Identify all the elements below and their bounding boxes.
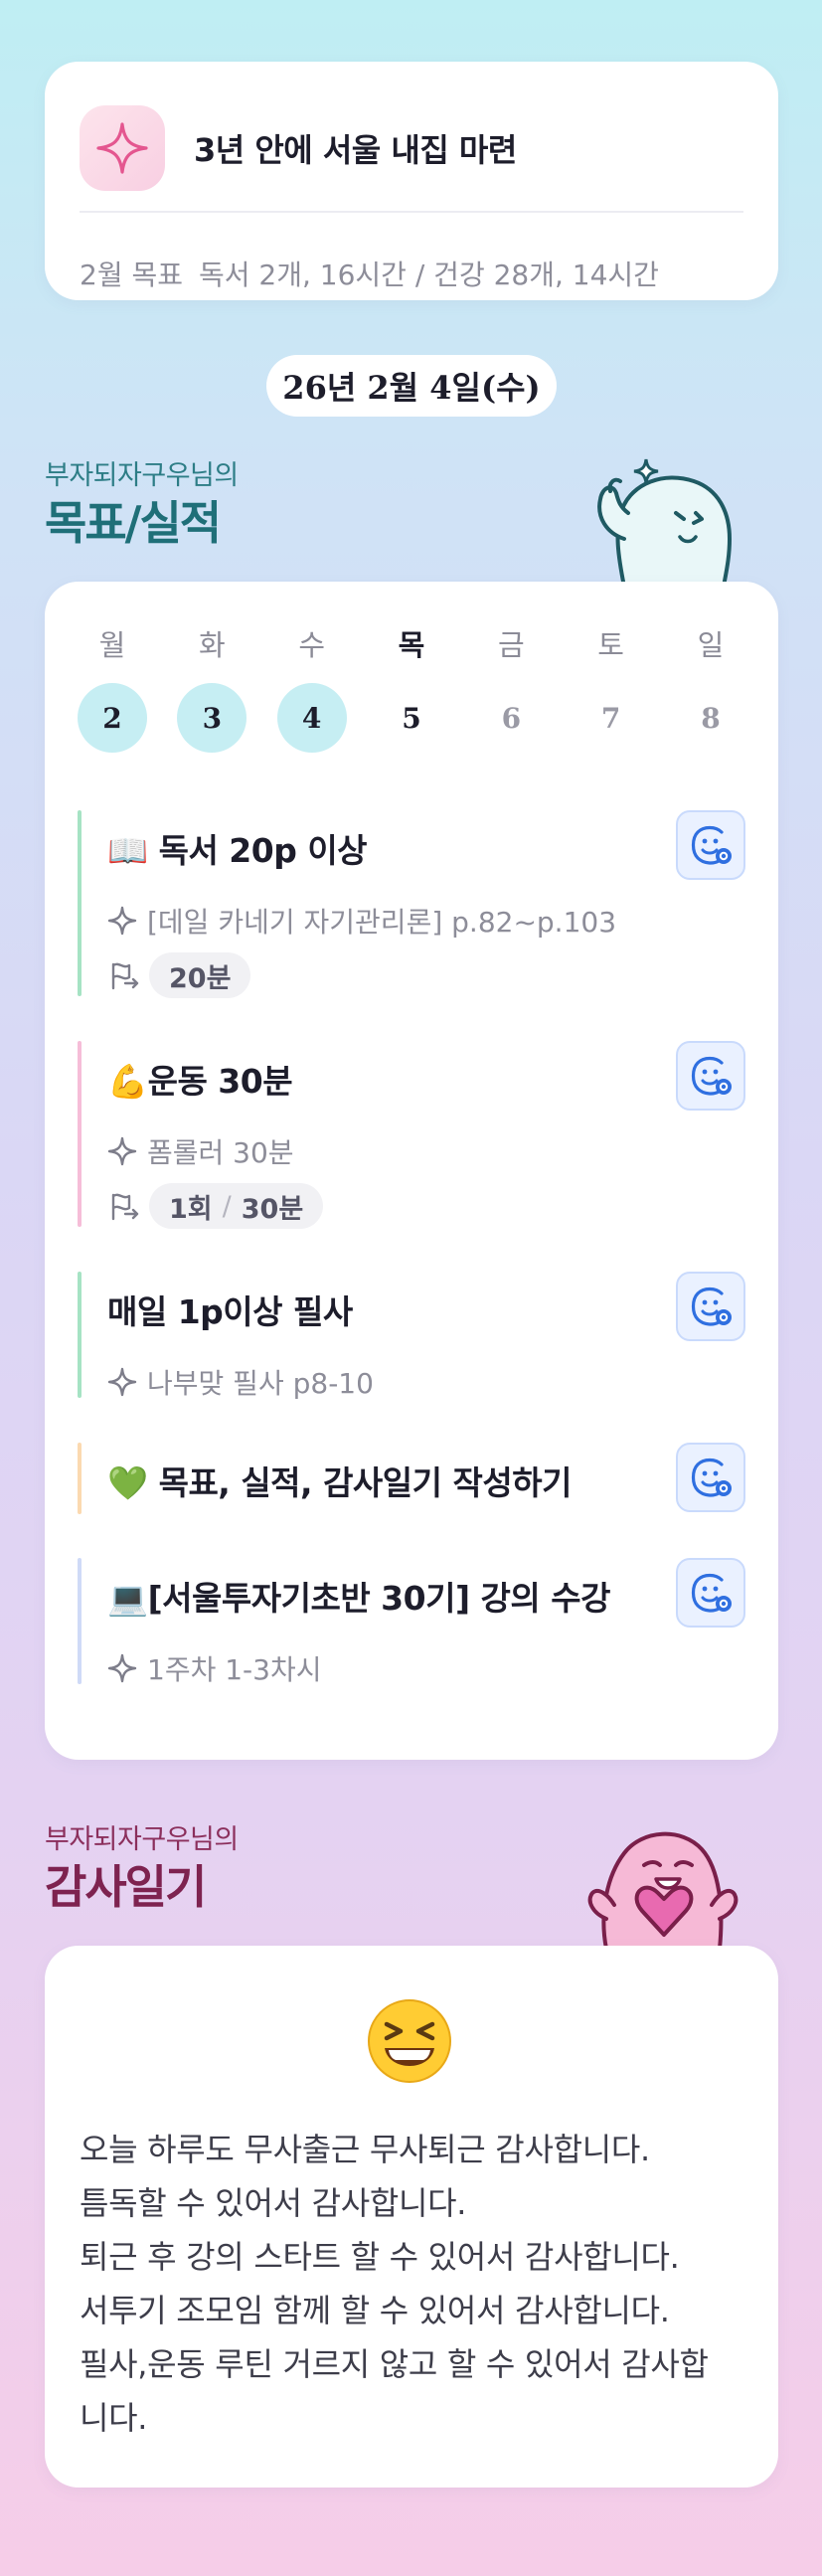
task-accent-bar (78, 1272, 82, 1398)
day-column[interactable]: 일8 (676, 621, 745, 753)
task-journal[interactable]: 💚 목표, 실적, 감사일기 작성하기 (78, 1443, 745, 1514)
day-column[interactable]: 토7 (576, 621, 646, 753)
flag-icon (111, 1193, 139, 1221)
task-accent-bar (78, 1558, 82, 1684)
time-value: 20분 (169, 962, 232, 994)
time-pill: 1회 / 30분 (149, 1183, 324, 1229)
smile-check-icon[interactable] (676, 1558, 745, 1628)
task-detail-text: 폼롤러 30분 (147, 1136, 294, 1169)
smile-check-icon[interactable] (676, 1041, 745, 1111)
task-accent-bar (78, 1443, 82, 1514)
sparkle-icon (107, 906, 137, 936)
day-number[interactable]: 2 (78, 683, 147, 753)
day-number[interactable]: 3 (177, 683, 247, 753)
task-reading[interactable]: 📖 독서 20p 이상 [데일 카네기 자기관리론] p.82~p.103 20… (78, 810, 745, 998)
mascot-heart-illustration (587, 1831, 739, 1949)
task-time-row: 20분 (107, 952, 251, 998)
task-detail-text: 나부맞 필사 p8-10 (147, 1367, 374, 1400)
day-column[interactable]: 금6 (476, 621, 546, 753)
task-time-row: 1회 / 30분 (107, 1183, 324, 1229)
sparkle-icon (107, 1136, 137, 1166)
task-detail-text: 1주차 1-3차시 (147, 1653, 322, 1686)
monthly-goal-values: 독서 2개, 16시간 / 건강 28개, 14시간 (199, 258, 659, 291)
mascot-thinking-illustration (597, 458, 732, 587)
goal-title: 3년 안에 서울 내집 마련 (194, 131, 517, 169)
goal-card: 3년 안에 서울 내집 마련 2월 목표 독서 2개, 16시간 / 건강 28개… (45, 62, 778, 300)
task-title: 💻[서울투자기초반 30기] 강의 수강 (107, 1579, 610, 1618)
time-pill: 20분 (149, 952, 251, 998)
task-accent-bar (78, 1041, 82, 1227)
day-name: 토 (597, 628, 624, 662)
task-detail: 폼롤러 30분 (107, 1131, 294, 1171)
day-column[interactable]: 목5 (377, 621, 446, 753)
task-title: 매일 1p이상 필사 (107, 1292, 353, 1331)
gratitude-line: 틈독할 수 있어서 감사합니다. (80, 2184, 467, 2222)
task-exercise[interactable]: 💪운동 30분 폼롤러 30분 1회 / 30분 (78, 1041, 745, 1229)
gratitude-card: 오늘 하루도 무사출근 무사퇴근 감사합니다. 틈독할 수 있어서 감사합니다. 퇴… (45, 1946, 778, 2488)
day-name: 일 (697, 628, 725, 662)
gratitude-line: 서투기 조모임 함께 할 수 있어서 감사합니다. (80, 2292, 670, 2329)
goals-section-title: 목표/실적 (45, 496, 222, 550)
task-detail-text: [데일 카네기 자기관리론] p.82~p.103 (147, 906, 617, 939)
day-name: 목 (398, 628, 425, 662)
week-calendar: 월2화3수4목5금6토7일8 (78, 621, 745, 753)
grinning-squint-emoji-icon (368, 1999, 451, 2083)
day-column[interactable]: 수4 (276, 621, 347, 753)
monthly-goal-label: 2월 목표 (80, 258, 183, 291)
day-name: 수 (298, 628, 325, 662)
time-separator: / (222, 1190, 232, 1222)
task-title: 💪운동 30분 (107, 1062, 293, 1101)
day-column[interactable]: 월2 (78, 621, 147, 753)
count-value: 1회 (169, 1193, 213, 1225)
time-value: 30분 (241, 1193, 304, 1225)
flag-icon (111, 962, 139, 990)
sparkle-icon (107, 1367, 137, 1397)
day-number[interactable]: 4 (276, 683, 347, 753)
task-detail: 나부맞 필사 p8-10 (107, 1362, 374, 1402)
gratitude-line: 필사,운동 루틴 거르지 않고 할 수 있어서 감사합 (80, 2345, 709, 2383)
gratitude-line: 니다. (80, 2399, 148, 2437)
task-detail: 1주차 1-3차시 (107, 1648, 322, 1688)
day-number[interactable]: 8 (676, 683, 745, 753)
day-number[interactable]: 7 (576, 683, 646, 753)
task-lecture[interactable]: 💻[서울투자기초반 30기] 강의 수강 1주차 1-3차시 (78, 1558, 745, 1686)
task-title: 💚 목표, 실적, 감사일기 작성하기 (107, 1463, 572, 1502)
gratitude-line: 오늘 하루도 무사출근 무사퇴근 감사합니다. (80, 2131, 650, 2168)
gratitude-text: 오늘 하루도 무사출근 무사퇴근 감사합니다. 틈독할 수 있어서 감사합니다. 퇴… (80, 2123, 755, 2445)
gratitude-section-title: 감사일기 (45, 1860, 207, 1914)
date-pill: 26년 2월 4일(수) (266, 355, 557, 417)
sparkle-icon (107, 1653, 137, 1683)
task-detail: [데일 카네기 자기관리론] p.82~p.103 (107, 901, 616, 941)
gratitude-line: 퇴근 후 강의 스타트 할 수 있어서 감사합니다. (80, 2238, 680, 2276)
smile-check-icon[interactable] (676, 1443, 745, 1512)
smile-check-icon[interactable] (676, 810, 745, 880)
day-name: 화 (198, 628, 226, 662)
smile-check-icon[interactable] (676, 1272, 745, 1341)
goals-card: 월2화3수4목5금6토7일8 📖 독서 20p 이상 [데일 카네기 자기관리론… (45, 582, 778, 1760)
day-number[interactable]: 5 (377, 683, 446, 753)
monthly-goal-row: 2월 목표 독서 2개, 16시간 / 건강 28개, 14시간 (80, 254, 659, 293)
goal-divider (80, 211, 743, 213)
task-title: 📖 독서 20p 이상 (107, 831, 368, 870)
day-number[interactable]: 6 (476, 683, 546, 753)
day-name: 금 (497, 628, 525, 662)
day-name: 월 (98, 628, 126, 662)
task-transcription[interactable]: 매일 1p이상 필사 나부맞 필사 p8-10 (78, 1272, 745, 1400)
sparkle-icon (80, 105, 165, 191)
day-column[interactable]: 화3 (177, 621, 247, 753)
task-accent-bar (78, 810, 82, 996)
